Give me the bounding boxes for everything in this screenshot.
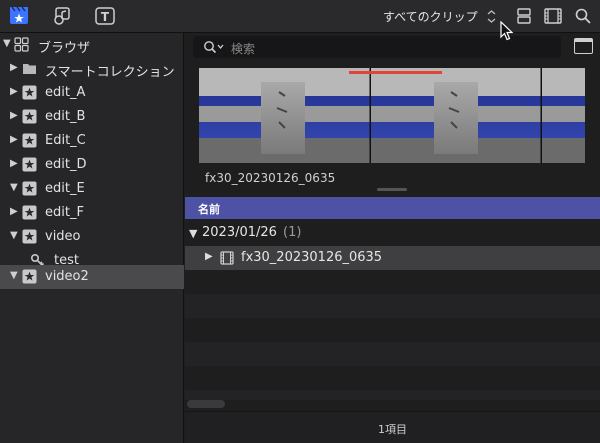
filmstrip-clip-name: fx30_20230126_0635 — [205, 171, 336, 185]
column-header-label: 名前 — [198, 203, 220, 216]
sidebar-item-edit-d[interactable]: ▶ edit_D — [0, 153, 184, 177]
sidebar-item-label: Edit_C — [45, 133, 86, 148]
titles-icon[interactable]: T — [94, 6, 116, 26]
sidebar-item-label: スマートコレクション — [45, 65, 175, 80]
sidebar-item-edit-e[interactable]: ▼ edit_E — [0, 177, 184, 201]
sidebar-item-browser[interactable]: ▼ ブラウザ — [0, 33, 184, 57]
video-clip-icon — [220, 251, 234, 265]
disclosure-arrow-icon[interactable]: ▼ — [10, 270, 18, 281]
event-star-icon — [22, 229, 37, 244]
sidebar-item-label: edit_E — [45, 181, 85, 196]
disclosure-arrow-icon[interactable]: ▶ — [10, 158, 18, 169]
horizontal-scrollbar[interactable] — [187, 400, 225, 408]
sidebar-item-label: edit_A — [45, 85, 86, 100]
disclosure-arrow-icon[interactable]: ▶ — [10, 134, 18, 145]
filmstrip-icon[interactable] — [542, 6, 564, 26]
disclosure-arrow-icon[interactable]: ▶ — [10, 110, 18, 121]
sidebar-item-label: edit_F — [45, 205, 84, 220]
clip-row[interactable]: ▶ fx30_20230126_0635 — [185, 246, 600, 270]
event-star-icon — [22, 181, 37, 196]
filmstrip-frame — [371, 68, 541, 163]
disclosure-arrow-icon[interactable]: ▶ — [10, 206, 18, 217]
clip-name: fx30_20230126_0635 — [241, 250, 383, 265]
column-header-name[interactable]: 名前 — [185, 197, 600, 219]
clip-appearance-icon[interactable] — [513, 6, 535, 26]
date-group-row[interactable]: ▼ 2023/01/26 (1) — [185, 222, 600, 246]
status-bar: 1項目 — [185, 411, 600, 443]
empty-list-row — [185, 342, 600, 366]
disclosure-arrow-icon[interactable]: ▶ — [10, 86, 18, 97]
chevron-updown-icon[interactable] — [487, 10, 496, 23]
sidebar-item-smart-collections[interactable]: ▶ スマートコレクション — [0, 57, 184, 81]
sidebar-item-edit-a[interactable]: ▶ edit_A — [0, 81, 184, 105]
grid-icon — [14, 37, 29, 52]
photos-audio-icon[interactable] — [51, 6, 73, 26]
search-filter-icon[interactable] — [203, 40, 227, 54]
event-star-icon — [22, 109, 37, 124]
range-marker[interactable] — [349, 71, 442, 74]
browser-view-toggle-button[interactable] — [574, 38, 593, 54]
disclosure-arrow-icon[interactable]: ▼ — [3, 38, 11, 49]
group-count: (1) — [283, 225, 302, 240]
disclosure-arrow-icon[interactable]: ▶ — [10, 62, 18, 73]
disclosure-arrow-icon[interactable]: ▼ — [189, 227, 197, 240]
libraries-icon[interactable] — [8, 6, 30, 26]
library-sidebar: ▼ ブラウザ ▶ スマートコレクション ▶ edit_A ▶ edit_B ▶ … — [0, 33, 184, 443]
sidebar-item-edit-c[interactable]: ▶ Edit_C — [0, 129, 184, 153]
clip-filmstrip[interactable] — [199, 68, 585, 163]
sidebar-item-edit-f[interactable]: ▶ edit_F — [0, 201, 184, 225]
filmstrip-frame — [542, 68, 585, 163]
event-star-icon — [22, 133, 37, 148]
disclosure-arrow-icon[interactable]: ▶ — [205, 251, 213, 262]
browser-pane: 検索 fx30_20230126_0635 名前 ▼ 2023/01/26 (1… — [185, 33, 600, 443]
item-count: 1項目 — [378, 423, 407, 436]
pane-resize-handle[interactable] — [377, 188, 407, 191]
event-star-icon — [22, 85, 37, 100]
empty-list-row — [185, 294, 600, 318]
filmstrip-frame — [199, 68, 370, 163]
empty-list-row — [185, 390, 600, 400]
sidebar-item-label: video2 — [45, 269, 89, 284]
sidebar-item-label: video — [45, 229, 81, 244]
event-star-icon — [22, 205, 37, 220]
group-date: 2023/01/26 — [202, 225, 277, 240]
event-star-icon — [22, 269, 37, 284]
svg-text:T: T — [101, 10, 110, 24]
sidebar-item-video2[interactable]: ▼ video2 — [0, 265, 184, 289]
search-icon[interactable] — [572, 6, 594, 26]
mouse-cursor-icon — [500, 21, 514, 41]
folder-icon — [23, 64, 36, 74]
sidebar-item-label: ブラウザ — [38, 41, 91, 56]
sidebar-item-edit-b[interactable]: ▶ edit_B — [0, 105, 184, 129]
sidebar-item-label: edit_B — [45, 109, 86, 124]
clip-filter-menu[interactable]: すべてのクリップ — [383, 8, 478, 25]
disclosure-arrow-icon[interactable]: ▼ — [10, 182, 18, 193]
sidebar-item-label: edit_D — [45, 157, 87, 172]
sidebar-item-video[interactable]: ▼ video — [0, 225, 184, 249]
disclosure-arrow-icon[interactable]: ▼ — [10, 230, 18, 241]
event-star-icon — [22, 157, 37, 172]
filmstrip-frames — [199, 68, 585, 163]
search-placeholder: 検索 — [231, 42, 256, 56]
